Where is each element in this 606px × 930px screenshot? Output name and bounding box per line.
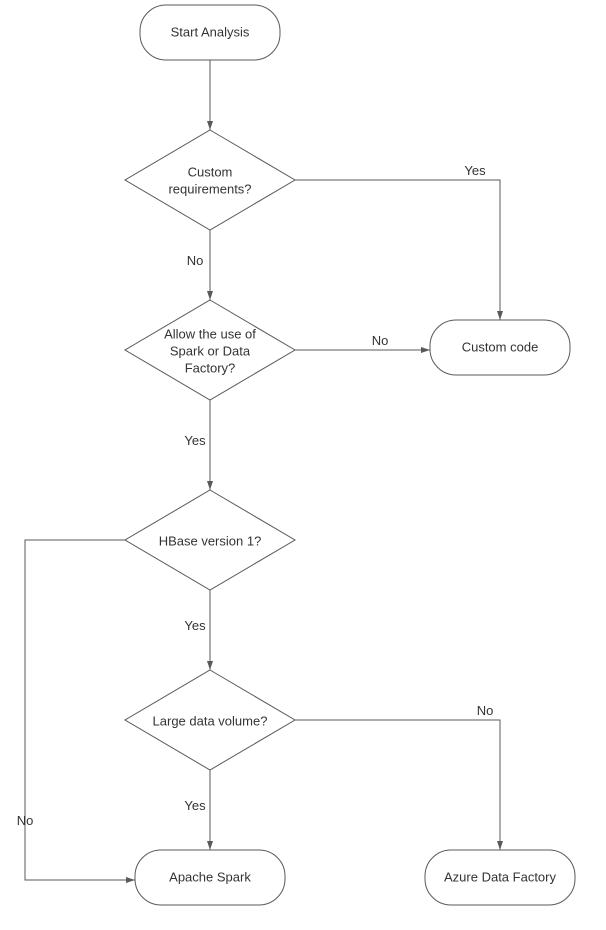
flowchart-diagram: Yes No No Yes No Yes Yes No Start Analys…	[0, 0, 606, 930]
edge-label-no-2: No	[372, 333, 389, 348]
node-custom-code-label: Custom code	[462, 339, 539, 354]
node-large-data-label: Large data volume?	[153, 713, 268, 728]
edge-label-no-4: No	[477, 703, 494, 718]
node-allow-spark-label-2: Spark or Data	[170, 343, 251, 358]
node-azure-df-label: Azure Data Factory	[444, 869, 556, 884]
edge-label-no-3: No	[17, 813, 34, 828]
node-allow-spark-label-3: Factory?	[185, 360, 236, 375]
node-custom-requirements	[125, 130, 295, 230]
node-custom-requirements-label-1: Custom	[188, 164, 233, 179]
node-apache-spark-label: Apache Spark	[169, 869, 251, 884]
node-start-label: Start Analysis	[171, 24, 250, 39]
node-allow-spark-label-1: Allow the use of	[164, 326, 256, 341]
edge-hbase-apachespark	[25, 540, 135, 880]
node-custom-requirements-label-2: requirements?	[168, 181, 251, 196]
edge-label-yes-1: Yes	[464, 163, 486, 178]
edge-customreq-customcode	[295, 180, 500, 320]
edge-label-yes-3: Yes	[184, 618, 206, 633]
edge-largedata-azuredf	[295, 720, 500, 850]
node-hbase-v1-label: HBase version 1?	[159, 533, 262, 548]
edge-label-yes-4: Yes	[184, 798, 206, 813]
edge-label-no-1: No	[187, 253, 204, 268]
edge-label-yes-2: Yes	[184, 433, 206, 448]
